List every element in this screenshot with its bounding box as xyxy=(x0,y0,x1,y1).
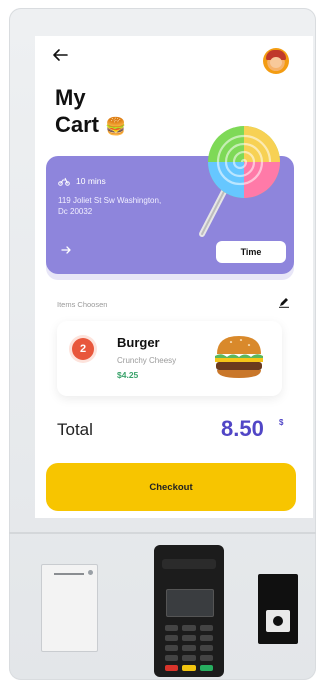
avatar-face xyxy=(270,57,282,68)
delivery-eta-row: 10 mins xyxy=(58,176,106,186)
scooter-icon xyxy=(58,177,70,186)
pen-icon[interactable] xyxy=(278,296,290,308)
terminal-screen xyxy=(166,589,214,617)
title-cart-word: Cart xyxy=(55,112,100,137)
keypad-key xyxy=(199,655,213,661)
quantity-badge: 2 xyxy=(72,338,94,360)
terminal-keypad xyxy=(165,625,213,671)
payment-terminal xyxy=(154,545,224,677)
total-currency: $ xyxy=(279,418,284,427)
keypad-key xyxy=(199,625,213,631)
keypad-cancel-key xyxy=(165,665,179,671)
checkout-button[interactable]: Checkout xyxy=(46,463,296,511)
delivery-card: 10 mins 119 Joliet St Sw Washington, Dc … xyxy=(46,126,294,274)
user-avatar[interactable] xyxy=(263,48,289,74)
item-description: Crunchy Cheesy xyxy=(117,356,177,365)
items-section-label: Items Choosen xyxy=(57,300,108,309)
keypad-key xyxy=(182,655,196,661)
cart-item-card[interactable]: 2 Burger Crunchy Cheesy $4.25 xyxy=(57,321,282,396)
keypad-enter-key xyxy=(199,665,213,671)
kiosk-divider xyxy=(9,532,316,534)
keypad-key xyxy=(165,645,179,651)
keypad-key xyxy=(182,625,196,631)
keypad-key xyxy=(182,645,196,651)
card-slot xyxy=(162,559,216,569)
scanner-lens xyxy=(273,616,283,626)
delivery-address: 119 Joliet St Sw Washington, Dc 20032 xyxy=(58,196,162,216)
keypad-key xyxy=(165,635,179,641)
printer-light xyxy=(88,570,93,575)
title-line-2: Cart 🍔 xyxy=(55,111,126,140)
arrow-left-icon[interactable] xyxy=(51,46,69,64)
burger-emoji-icon: 🍔 xyxy=(105,117,127,136)
receipt-printer xyxy=(41,564,98,652)
keypad-key xyxy=(165,655,179,661)
kiosk-screen: My Cart 🍔 10 mins 119 Joliet St Sw Washi… xyxy=(35,36,313,518)
chevron-right-icon[interactable] xyxy=(60,244,72,256)
burger-image xyxy=(215,336,263,378)
lollipop-illustration xyxy=(199,126,280,237)
keypad-clear-key xyxy=(182,665,196,671)
kiosk-frame: My Cart 🍔 10 mins 119 Joliet St Sw Washi… xyxy=(9,8,316,680)
printer-slot xyxy=(54,573,84,575)
keypad-key xyxy=(199,635,213,641)
total-amount: 8.50 xyxy=(221,416,264,441)
keypad-key xyxy=(165,625,179,631)
item-price: $4.25 xyxy=(117,370,139,380)
delivery-eta: 10 mins xyxy=(76,176,106,186)
total-label: Total xyxy=(57,420,93,439)
keypad-key xyxy=(182,635,196,641)
qr-scanner xyxy=(258,574,298,644)
title-line-1: My xyxy=(55,85,86,110)
page-title: My Cart 🍔 xyxy=(55,84,126,140)
item-name: Burger xyxy=(117,335,160,350)
keypad-key xyxy=(199,645,213,651)
time-button[interactable]: Time xyxy=(216,241,286,263)
